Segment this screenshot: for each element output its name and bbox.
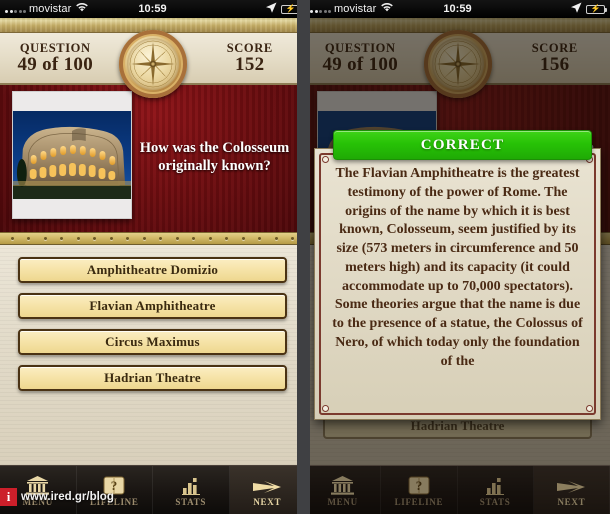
watermark-badge: i xyxy=(0,488,17,506)
tab-lifeline[interactable]: ? LIFELINE xyxy=(381,466,458,514)
tab-next[interactable]: NEXT xyxy=(533,466,610,514)
score-label: SCORE xyxy=(531,40,578,55)
carrier-name: movistar xyxy=(334,3,377,15)
status-bar-left-group: movistar xyxy=(0,3,89,15)
question-label: QUESTION xyxy=(19,40,91,55)
bar-chart-icon xyxy=(180,474,202,495)
tab-next-label: NEXT xyxy=(557,496,586,507)
carrier-name: movistar xyxy=(29,3,72,15)
site-watermark: i www.ired.gr/blog xyxy=(0,488,118,506)
tab-bar-right: MENU ? LIFELINE STATS NEXT xyxy=(305,465,610,514)
compass-rose-medallion-icon xyxy=(423,30,492,98)
status-bar-right: movistar 10:59 ⚡ xyxy=(305,0,610,18)
score-value: 152 xyxy=(235,54,265,76)
question-text: How was the Colosseum originally known? xyxy=(139,139,290,174)
card-rivet-bottom-left xyxy=(322,405,329,412)
location-arrow-icon xyxy=(266,2,277,16)
tab-stats-label: STATS xyxy=(175,496,207,507)
score-value: 156 xyxy=(540,54,570,76)
colosseum-night-photo xyxy=(13,111,131,199)
status-bar-left: movistar 10:59 ⚡ xyxy=(0,0,305,18)
question-image-frame xyxy=(12,91,132,219)
bar-chart-icon xyxy=(484,474,506,495)
tab-menu-label: MENU xyxy=(327,496,358,507)
tab-lifeline-label: LIFELINE xyxy=(394,496,444,507)
tab-stats[interactable]: STATS xyxy=(153,466,230,514)
question-book-icon: ? xyxy=(408,474,430,495)
answer-option-3[interactable]: Circus Maximus xyxy=(18,329,287,355)
tab-next[interactable]: NEXT xyxy=(229,466,305,514)
question-value: 49 of 100 xyxy=(322,54,399,76)
answer-option-4[interactable]: Hadrian Theatre xyxy=(18,365,287,391)
left-phone-screen: movistar 10:59 ⚡ QUESTION 49 of 100 SCOR… xyxy=(0,0,305,514)
answer-option-2[interactable]: Flavian Amphitheatre xyxy=(18,293,287,319)
card-rivet-top-left xyxy=(322,156,329,163)
question-value: 49 of 100 xyxy=(17,54,94,76)
game-header-left: QUESTION 49 of 100 SCORE 152 xyxy=(0,18,305,98)
arrow-right-icon xyxy=(556,474,586,495)
signal-dots-icon xyxy=(310,5,331,13)
signal-dots-icon xyxy=(5,5,26,13)
arrow-right-icon xyxy=(252,474,282,495)
question-stage-left: How was the Colosseum originally known? xyxy=(0,85,305,245)
wifi-icon xyxy=(76,3,89,15)
card-rivet-bottom-right xyxy=(586,405,593,412)
tab-stats-label: STATS xyxy=(479,496,511,507)
svg-text:?: ? xyxy=(416,478,423,493)
tab-next-label: NEXT xyxy=(253,496,282,507)
temple-columns-icon xyxy=(331,474,355,495)
right-phone-screen: movistar 10:59 ⚡ QUESTION 49 of 100 SCOR… xyxy=(305,0,610,514)
score-label: SCORE xyxy=(226,40,273,55)
status-bar-right-group-2: ⚡ xyxy=(571,2,610,16)
compass-rose-medallion-icon xyxy=(118,30,187,98)
ledge-studs xyxy=(0,233,305,244)
status-bar-left-group-2: movistar xyxy=(305,3,394,15)
game-header-right: QUESTION 49 of 100 SCORE 156 xyxy=(305,18,610,98)
stage-ledge xyxy=(0,232,305,245)
explanation-text: The Flavian Amphitheatre is the greatest… xyxy=(332,166,583,369)
explanation-card: The Flavian Amphitheatre is the greatest… xyxy=(314,148,601,420)
tab-menu[interactable]: MENU xyxy=(305,466,382,514)
question-label: QUESTION xyxy=(324,40,396,55)
answer-option-1[interactable]: Amphitheatre Domizio xyxy=(18,257,287,283)
screenshot-root: movistar 10:59 ⚡ QUESTION 49 of 100 SCOR… xyxy=(0,0,610,514)
location-arrow-icon xyxy=(571,2,582,16)
watermark-url: www.ired.gr/blog xyxy=(21,491,114,503)
panel-gutter xyxy=(297,0,310,514)
wifi-icon xyxy=(381,3,394,15)
result-banner-correct: CORRECT xyxy=(333,130,592,160)
battery-charging-icon: ⚡ xyxy=(586,4,607,14)
tab-stats[interactable]: STATS xyxy=(458,466,534,514)
answers-list-left: Amphitheatre Domizio Flavian Amphitheatr… xyxy=(0,245,305,465)
